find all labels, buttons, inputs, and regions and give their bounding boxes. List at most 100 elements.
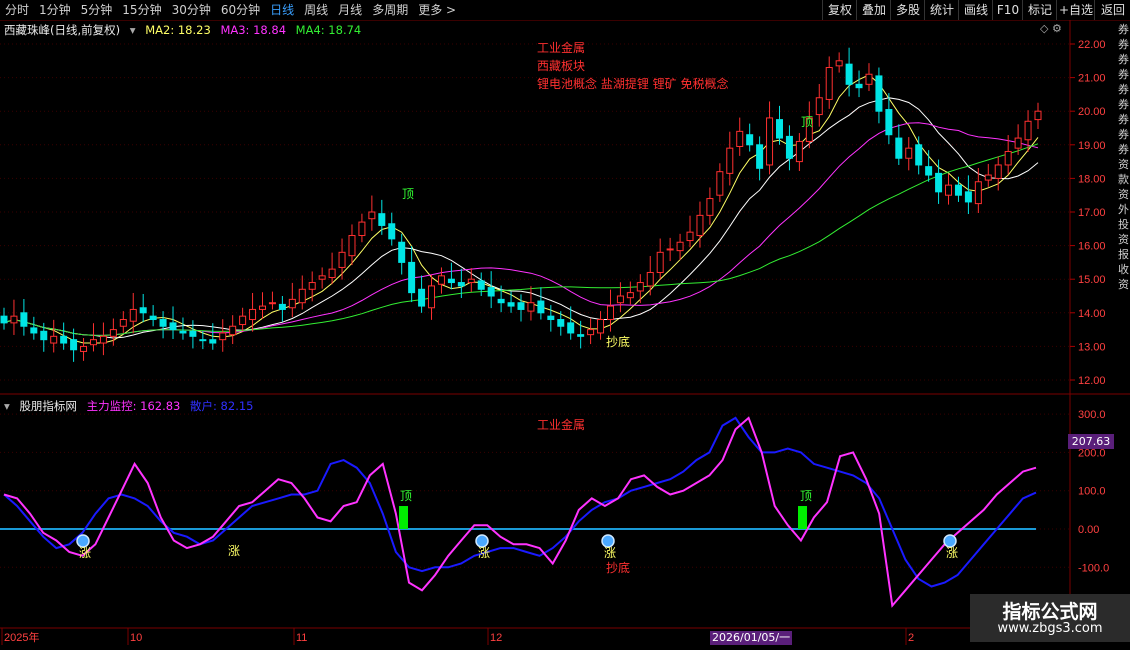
indicator-tick-label: -100.0 (1078, 562, 1109, 574)
candle (964, 191, 972, 203)
candle (50, 335, 58, 344)
candle (785, 135, 793, 159)
candle (636, 282, 644, 292)
candle (278, 303, 286, 310)
top-marker: 顶 (801, 115, 813, 129)
candle (418, 288, 426, 307)
collapse-icon[interactable]: ▾ (130, 23, 136, 37)
candle (994, 164, 1002, 179)
collapse-icon[interactable]: ▾ (4, 399, 10, 413)
top-marker: 顶 (402, 187, 414, 201)
price-panel-header: 西藏珠峰(日线,前复权) ▾ MA2: 18.23 MA3: 18.84 MA4… (4, 22, 367, 38)
candle (974, 181, 982, 205)
candle (577, 334, 585, 337)
candle (676, 241, 684, 252)
candle (597, 319, 605, 334)
candle (477, 280, 485, 290)
x-axis-label: 11 (296, 632, 307, 644)
main-line (3, 416, 1037, 608)
side-char: 券 (1118, 23, 1129, 36)
price-tick-label: 12.00 (1078, 375, 1106, 387)
candle (935, 172, 943, 193)
crosshair-date: 2026/01/05/一 (710, 631, 793, 645)
indicator-tick-label: 300.0 (1078, 409, 1106, 421)
ma3-label: MA3: 18.84 (220, 23, 287, 37)
candle (507, 302, 515, 307)
candle (239, 315, 247, 326)
indicator-top-marker: 顶 (400, 489, 412, 503)
candle (855, 83, 863, 89)
price-tick-label: 15.00 (1078, 274, 1106, 286)
x-axis-label: 2 (908, 632, 914, 644)
candle (626, 292, 634, 299)
candle (199, 339, 207, 342)
candle (567, 322, 575, 334)
side-char: 投 (1118, 218, 1129, 231)
annotation-2: 西藏板块 (537, 59, 586, 73)
candle (925, 166, 933, 176)
candle (915, 144, 923, 166)
up-signal-label: 涨 (604, 545, 616, 560)
candle (557, 319, 565, 327)
watermark: 指标公式网 www.zbgs3.com (970, 594, 1130, 642)
candle (825, 67, 833, 100)
candle (338, 251, 346, 268)
price-tick-label: 16.00 (1078, 241, 1106, 253)
candle (736, 130, 744, 147)
candle (358, 221, 366, 237)
x-axis-label: 2025年 (4, 630, 39, 644)
candle (776, 119, 783, 139)
side-char: 资 (1118, 233, 1129, 246)
up-signal-label: 涨 (946, 545, 958, 560)
candle (209, 339, 217, 344)
candle (646, 271, 654, 287)
candle (616, 295, 624, 304)
candle (497, 298, 505, 304)
candle (726, 147, 734, 174)
candle (109, 329, 117, 337)
candle (288, 298, 296, 309)
side-char: 外 (1118, 203, 1129, 216)
candle (606, 305, 614, 321)
indicator-tick-label: 100.0 (1078, 486, 1106, 498)
side-char: 收 (1118, 263, 1129, 276)
price-tick-label: 20.00 (1078, 106, 1106, 118)
candle (1034, 110, 1042, 121)
diamond-icon[interactable]: ◇ (1040, 22, 1048, 35)
side-char: 券 (1118, 38, 1129, 51)
indicator-top-marker: 顶 (800, 489, 812, 503)
candle (845, 63, 853, 85)
candle (408, 261, 416, 294)
candle (368, 211, 376, 220)
candle (835, 60, 843, 67)
candle (756, 144, 764, 169)
candle (487, 287, 495, 297)
candle (1024, 120, 1032, 141)
candle (706, 198, 714, 216)
candlestick-series (0, 47, 1042, 362)
watermark-title: 指标公式网 (1002, 601, 1098, 623)
indicator-panel-header: ▾ 股朋指标网 主力监控: 162.83 散户: 82.15 (4, 398, 259, 414)
candle (766, 117, 774, 166)
price-tick-label: 18.00 (1078, 173, 1106, 185)
current-value-box: 207.63 (1068, 434, 1114, 449)
stock-title[interactable]: 西藏珠峰(日线,前复权) (4, 23, 120, 37)
candle (517, 302, 525, 310)
candle (885, 109, 893, 136)
indicator-series (0, 416, 1037, 608)
candle (696, 214, 704, 237)
candle (40, 330, 48, 341)
candle (229, 325, 237, 336)
candle (527, 302, 535, 312)
candle (437, 275, 445, 285)
side-char: 券 (1118, 98, 1129, 111)
settings-icon[interactable]: ⚙ (1052, 22, 1062, 35)
price-tick-label: 17.00 (1078, 207, 1106, 219)
candle (119, 319, 127, 327)
indicator-title[interactable]: 股朋指标网 (19, 399, 77, 413)
candle (428, 285, 436, 309)
up-signal-label: 涨 (478, 545, 490, 560)
candle (259, 305, 266, 310)
chart-canvas[interactable]: 22.0021.0020.0019.0018.0017.0016.0015.00… (0, 0, 1130, 650)
candle (328, 268, 336, 279)
